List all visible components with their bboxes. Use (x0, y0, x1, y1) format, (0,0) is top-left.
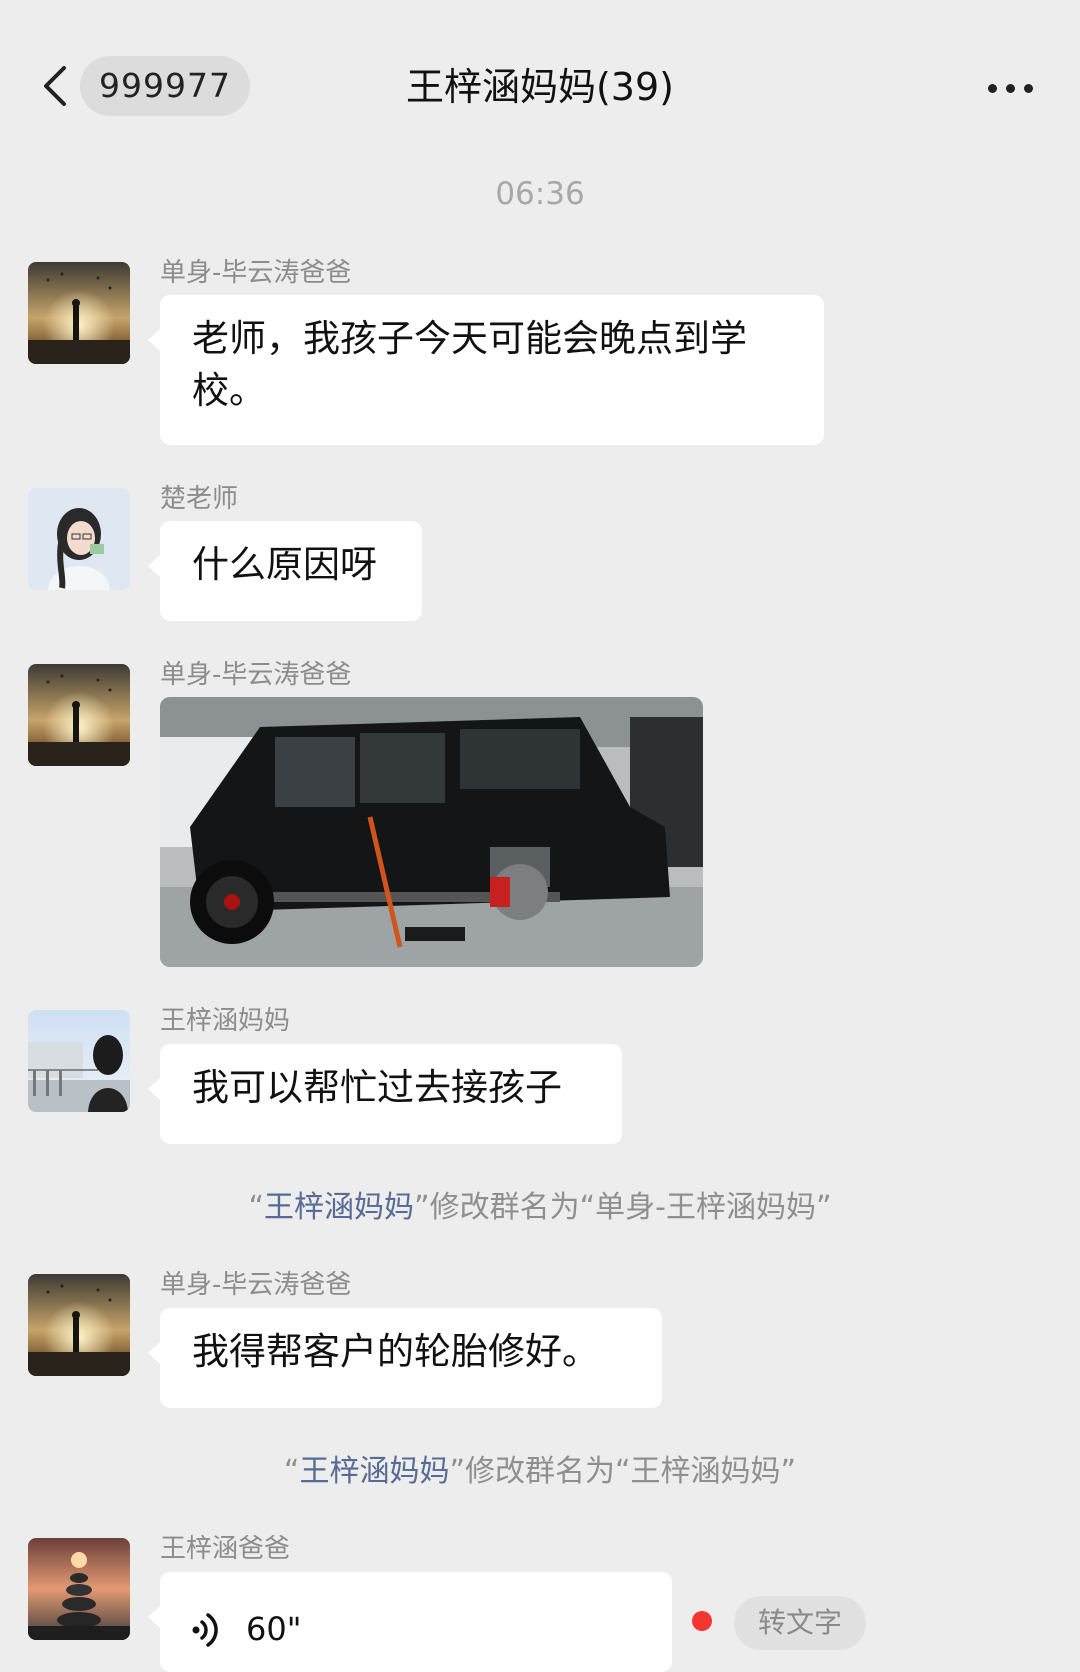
back-chevron-icon[interactable] (40, 64, 70, 108)
system-notice-text: ”修改群名为“单身-王梓涵妈妈” (414, 1190, 832, 1225)
car-repair-photo[interactable] (160, 697, 703, 967)
voice-duration: 60" (246, 1610, 302, 1648)
avatar-sunset-man[interactable] (28, 664, 130, 766)
system-notice-rename: “王梓涵妈妈”修改群名为“单身-王梓涵妈妈” (0, 1182, 1080, 1226)
convert-to-text-button[interactable]: 转文字 (734, 1596, 866, 1650)
sender-name: 楚老师 (160, 484, 239, 514)
voice-wave-icon (192, 1613, 218, 1647)
sender-name: 王梓涵爸爸 (160, 1534, 291, 1564)
chat-header: 999977 王梓涵妈妈(39) (0, 0, 1080, 170)
sender-name: 王梓涵妈妈 (160, 1006, 291, 1036)
actor-name-link[interactable]: 王梓涵妈妈 (264, 1190, 414, 1225)
actor-name-link[interactable]: 王梓涵妈妈 (299, 1454, 449, 1489)
message-bubble[interactable]: 老师，我孩子今天可能会晚点到学校。 (148, 295, 824, 445)
quote-mark: “ (248, 1190, 265, 1225)
quote-mark: “ (283, 1454, 300, 1489)
sender-name: 单身-毕云涛爸爸 (160, 1270, 352, 1300)
avatar-stacked-stones[interactable] (28, 1538, 130, 1640)
more-dots-icon[interactable] (985, 68, 1037, 104)
message-bubble[interactable]: 我得帮客户的轮胎修好。 (148, 1308, 662, 1408)
sender-name: 单身-毕云涛爸爸 (160, 258, 352, 288)
sender-name: 单身-毕云涛爸爸 (160, 660, 352, 690)
unread-voice-dot (692, 1611, 712, 1631)
system-notice-text: ”修改群名为“王梓涵妈妈” (449, 1454, 797, 1489)
avatar-woman-photo[interactable] (28, 1010, 130, 1112)
message-timestamp: 06:36 (495, 176, 585, 212)
unread-count-badge[interactable]: 999977 (80, 56, 250, 116)
message-bubble[interactable]: 我可以帮忙过去接孩子 (148, 1044, 622, 1144)
message-bubble[interactable]: 什么原因呀 (148, 521, 422, 621)
voice-message-bubble[interactable]: 60" (148, 1572, 672, 1672)
avatar-sunset-man[interactable] (28, 262, 130, 364)
system-notice-rename: “王梓涵妈妈”修改群名为“王梓涵妈妈” (0, 1446, 1080, 1490)
avatar-sunset-man[interactable] (28, 1274, 130, 1376)
chat-title: 王梓涵妈妈(39) (405, 65, 674, 109)
avatar-teacher-illustration[interactable] (28, 488, 130, 590)
